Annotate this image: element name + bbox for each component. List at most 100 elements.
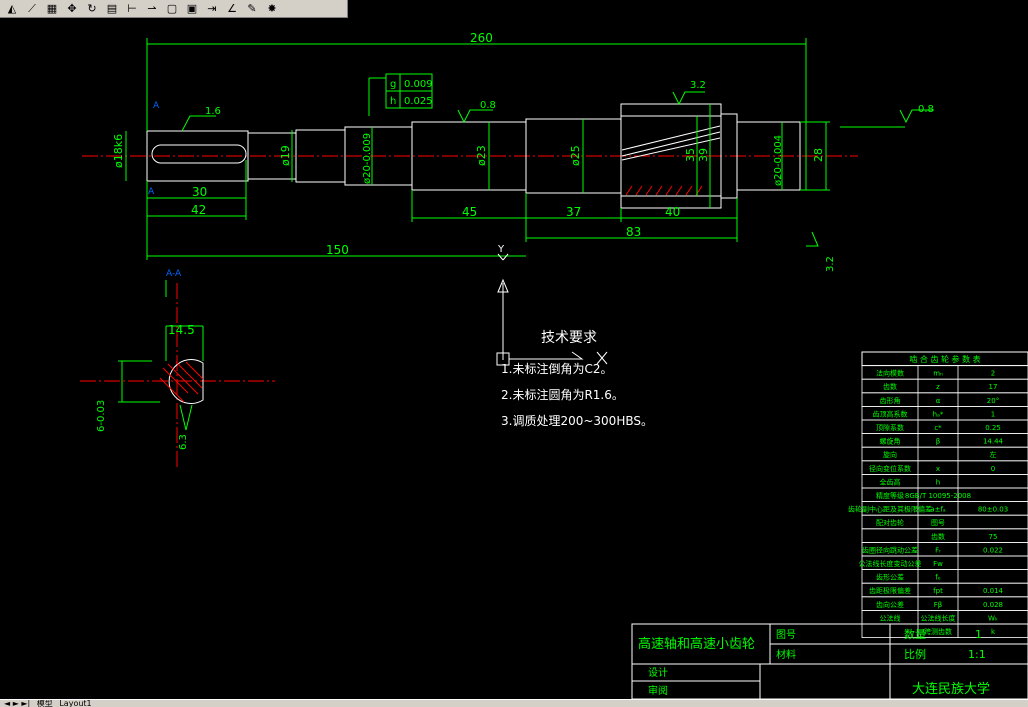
tech-title: 技术要求 xyxy=(541,330,597,346)
drawing-canvas[interactable]: 260 ø18k6 ø19 ø20-0.009 ø23 ø25 35 39 ø20-0.004 2… xyxy=(0,19,1028,699)
roughness-3-2-b: 3.2 xyxy=(825,256,836,272)
section-roughness: 6.3 xyxy=(178,434,189,450)
qty-label: 数量 xyxy=(904,628,926,641)
param-cell: 75 xyxy=(989,533,998,541)
param-cell: 齿数 xyxy=(883,382,897,391)
param-cell: 齿形公差 xyxy=(876,573,904,582)
param-cell: 径向变位系数 xyxy=(869,464,911,473)
edit-icon[interactable]: ✎ xyxy=(242,1,262,17)
drawing-no-label: 图号 xyxy=(776,629,796,641)
param-cell: Fᵣ xyxy=(935,546,941,554)
section-tol: 6-0.03 xyxy=(96,400,107,432)
param-cell: x xyxy=(936,465,940,473)
param-cell: 公法线长度 xyxy=(921,613,956,622)
dimension-toolbar: ◭ ⟋ ▦ ✥ ↻ ▤ ⊢ ⇀ ▢ ▣ ⇥ ∠ ✎ ✸ xyxy=(0,0,348,18)
param-cell: 旋向 xyxy=(883,450,897,459)
param-cell: k xyxy=(991,628,996,636)
len-150: 150 xyxy=(326,243,349,257)
box-edit-icon[interactable]: ▣ xyxy=(182,1,202,17)
section-title: A-A xyxy=(166,269,182,279)
grid-icon[interactable]: ▦ xyxy=(42,1,62,17)
dia-23: ø23 xyxy=(475,145,488,166)
tol-h-value: 0.025 xyxy=(404,96,433,107)
section-mark-a-top: A xyxy=(153,101,160,111)
param-cell: 80±0.03 xyxy=(978,506,1008,514)
len-83: 83 xyxy=(626,225,641,239)
param-cell: 齿圈径向跳动公差 xyxy=(862,545,918,554)
box-icon[interactable]: ▢ xyxy=(162,1,182,17)
rotate-icon[interactable]: ↻ xyxy=(82,1,102,17)
aligned-dim-icon[interactable]: ⟋ xyxy=(22,1,42,17)
param-cell: 0 xyxy=(991,465,995,473)
baseline-icon[interactable]: ⊢ xyxy=(122,1,142,17)
material-label: 材料 xyxy=(776,648,796,661)
param-cell: 齿轮副中心距及其极限偏差 xyxy=(848,505,932,514)
roughness-1-6: 1.6 xyxy=(205,106,221,117)
tech-line-1: 1.未标注倒角为C2。 xyxy=(501,361,612,376)
param-cell: 齿数 xyxy=(931,532,945,541)
angle-icon[interactable]: ∠ xyxy=(222,1,242,17)
overall-dim: 260 xyxy=(470,31,493,45)
cursor-label: Y xyxy=(497,244,505,255)
param-cell: 8GB/T 10095-2008 xyxy=(905,492,971,500)
param-cell: 法向模数 xyxy=(876,369,904,378)
param-cell: 图号 xyxy=(931,519,945,527)
param-cell: h xyxy=(936,478,940,486)
pan-icon[interactable]: ✥ xyxy=(62,1,82,17)
param-cell: fₑ xyxy=(935,574,940,582)
param-cell: 0.028 xyxy=(983,601,1003,609)
continue-icon[interactable]: ⇥ xyxy=(202,1,222,17)
param-cell: 17 xyxy=(989,383,998,391)
param-cell: β xyxy=(936,438,940,446)
param-cell: Fw xyxy=(933,560,943,568)
param-cell: 齿顶高系数 xyxy=(873,409,908,418)
dim-35: 35 xyxy=(684,148,697,162)
dia-18k6: ø18k6 xyxy=(112,134,125,168)
tech-line-2: 2.未标注圆角为R1.6。 xyxy=(501,387,624,402)
scale-label: 比例 xyxy=(904,647,926,661)
design-label: 设计 xyxy=(648,666,668,679)
param-cell: 1 xyxy=(991,410,995,418)
param-cell: 顶隙系数 xyxy=(876,423,904,432)
len-45: 45 xyxy=(462,205,477,219)
param-cell: 0.014 xyxy=(983,587,1004,595)
section-mark-a-bottom: A xyxy=(148,187,155,197)
param-cell: 齿距极限偏差 xyxy=(869,586,911,595)
param-row xyxy=(861,528,1028,543)
dim-style-icon[interactable]: ▤ xyxy=(102,1,122,17)
param-cell: α xyxy=(936,397,941,405)
param-cell: 精度等级 xyxy=(876,491,904,500)
dim-28: 28 xyxy=(812,148,825,162)
dia-19: ø19 xyxy=(279,145,292,166)
scale-value: 1:1 xyxy=(968,648,986,661)
review-label: 审阅 xyxy=(648,684,668,697)
roughness-0-8-b: 0.8 xyxy=(918,104,934,115)
dia-25: ø25 xyxy=(569,145,582,166)
paint-icon[interactable]: ✸ xyxy=(262,1,282,17)
section-dim-14-5: 14.5 xyxy=(168,323,195,337)
roughness-0-8-a: 0.8 xyxy=(480,100,496,111)
param-cell: 螺旋角 xyxy=(880,437,901,446)
param-cell: 0.25 xyxy=(985,424,1001,432)
param-header: 啮 合 齿 轮 参 数 表 xyxy=(909,354,980,364)
param-cell: Wₖ xyxy=(988,614,998,622)
param-cell: c* xyxy=(934,424,942,432)
param-cell: mₙ xyxy=(933,370,943,378)
linear-dim-icon[interactable]: ◭ xyxy=(2,1,22,17)
part-name: 高速轴和高速小齿轮 xyxy=(638,636,755,652)
title-block: 高速轴和高速小齿轮 图号材料 数量 1 比例 1:1 设计审阅 大连民族大学 xyxy=(631,623,1028,699)
param-cell: 齿形角 xyxy=(880,396,901,405)
dia-20-upper: ø20-0.009 xyxy=(362,133,373,184)
tol-h: h xyxy=(390,96,396,107)
param-cell: 齿向公差 xyxy=(876,600,904,609)
param-cell: 全齿高 xyxy=(880,477,901,486)
qty-value: 1 xyxy=(975,628,982,641)
cursor-crosshair xyxy=(496,253,608,366)
param-cell: 配对齿轮 xyxy=(876,518,904,527)
param-cell: 2 xyxy=(991,370,995,378)
leader-icon[interactable]: ⇀ xyxy=(142,1,162,17)
tol-g: g xyxy=(390,79,396,90)
tech-line-3: 3.调质处理200~300HBS。 xyxy=(501,414,653,428)
param-cell: 左 xyxy=(990,450,997,459)
len-30: 30 xyxy=(192,185,207,199)
